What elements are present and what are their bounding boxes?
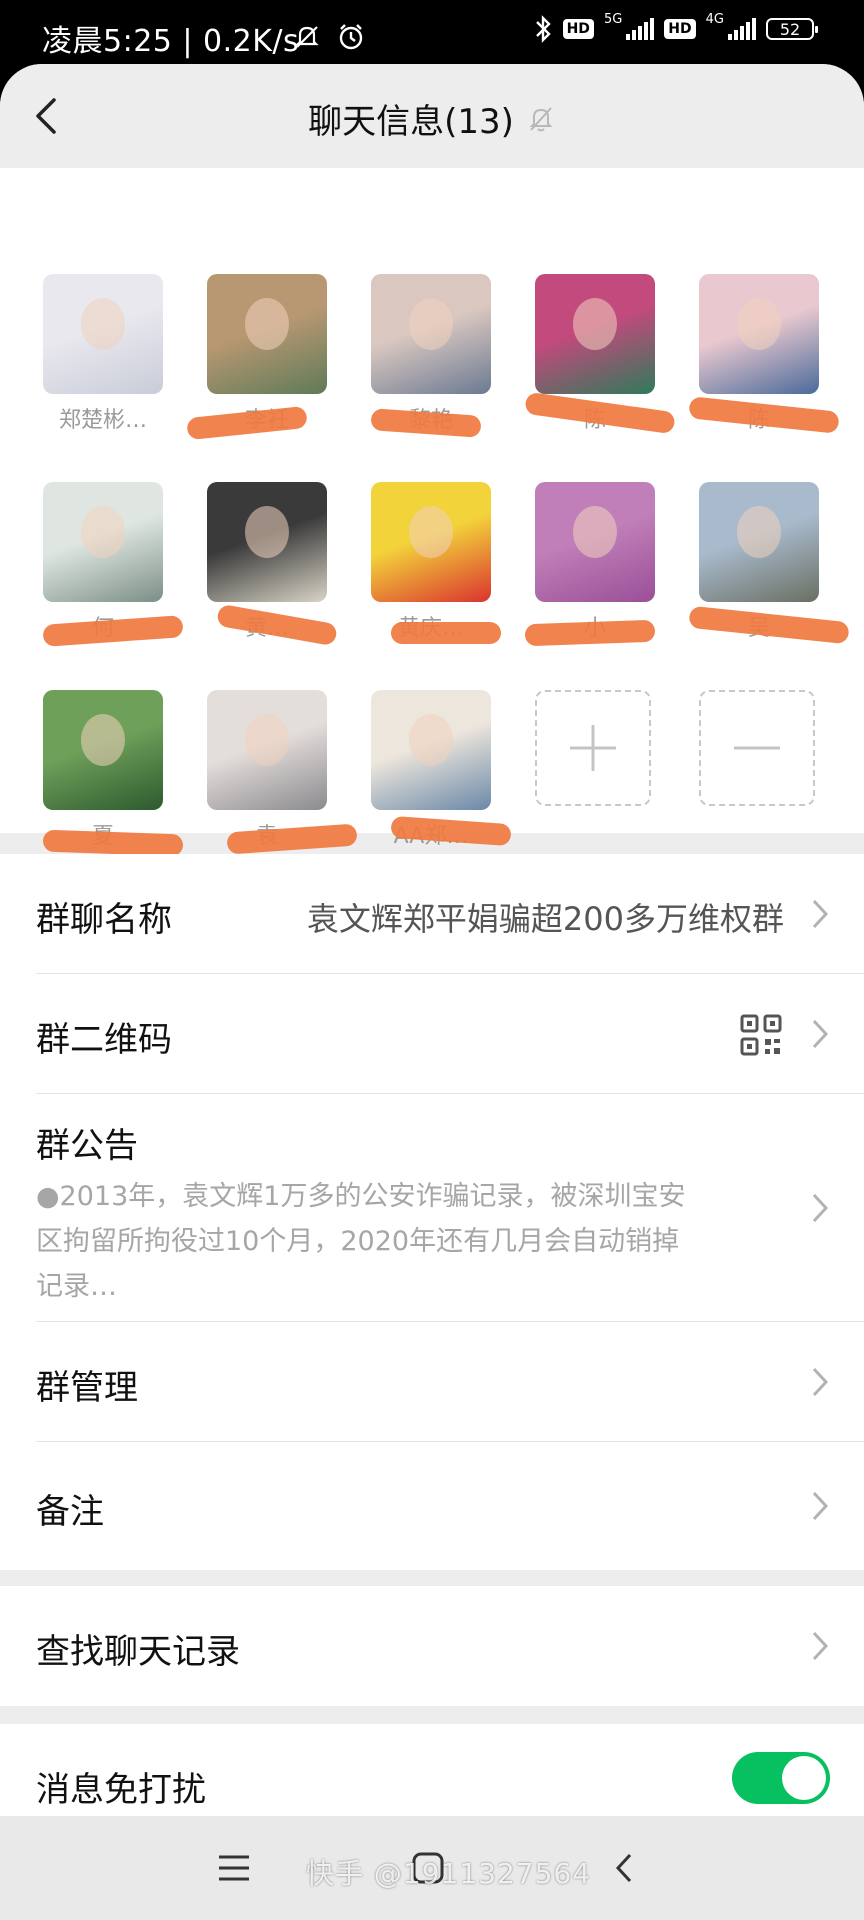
member-item[interactable]: AA郑… [371,690,512,849]
member-item[interactable]: 郑楚彬… [43,274,163,433]
group-name-value: 袁文辉郑平娟骗超200多万维权群 [306,900,784,938]
redaction-mark [524,619,656,647]
status-time: 凌晨5:25 | 0.2K/s [42,24,300,59]
hd-badge: HD [562,19,594,39]
avatar [43,482,163,602]
avatar [371,274,491,394]
network-4g-label: 4G [705,11,724,27]
member-item[interactable]: 李衽 [186,274,327,441]
add-member-button[interactable] [535,690,651,806]
member-item[interactable]: 夏 [42,690,184,857]
remark-label: 备注 [36,1492,104,1532]
settings-group-main: 群聊名称 袁文辉郑平娟骗超200多万维权群 群二维码 群公告 ●2013年，袁文… [0,854,864,1570]
avatar [207,690,327,810]
menu-icon [219,1855,249,1881]
avatar [371,482,491,602]
avatar [699,274,819,394]
member-item[interactable]: 黄庆… [371,482,501,644]
qr-code-label: 群二维码 [36,1020,172,1060]
announcement-line: 记录… [36,1271,117,1302]
signal-4g-icon [728,18,756,40]
avatar [207,274,327,394]
announcement-line: 区拘留所拘役过10个月，2020年还有几月会自动销掉 [36,1226,680,1257]
group-name-label: 群聊名称 [36,900,172,940]
member-item[interactable]: 黄… [207,482,338,647]
chevron-right-icon [812,1631,829,1661]
member-item[interactable]: 何 [42,482,184,647]
toggle-knob [782,1756,826,1800]
member-name: 郑楚彬… [58,408,147,433]
announcement-label: 群公告 [36,1126,138,1166]
nav-header: 聊天信息(13) [0,64,864,168]
member-item[interactable]: 陈 [688,274,840,434]
member-item[interactable]: 袁 [207,690,358,855]
group-manage-label: 群管理 [36,1368,138,1408]
announcement-text: ●2013年，袁文辉1万多的公安诈骗记录，被深圳宝安 区拘留所拘役过10个月，2… [36,1174,776,1309]
member-item[interactable]: 吴 [688,482,850,645]
remark-row[interactable]: 备注 [0,1442,864,1570]
battery-icon: 52 [766,18,818,40]
silent-icon [292,22,322,56]
avatar [371,690,491,810]
signal-5g-icon [626,18,655,40]
avatar [207,482,327,602]
chevron-right-icon [812,899,829,929]
battery-level: 52 [779,19,801,39]
page-title: 聊天信息(13) [308,102,514,142]
system-nav-bar: 快手 @1911327564 [0,1816,864,1920]
system-back-button[interactable] [598,1842,650,1894]
hd-badge-2: HD [664,19,696,39]
search-history-row[interactable]: 查找聊天记录 [0,1586,864,1706]
group-name-row[interactable]: 群聊名称 袁文辉郑平娟骗超200多万维权群 [0,854,864,974]
qr-code-row[interactable]: 群二维码 [0,974,864,1094]
menu-button[interactable] [208,1842,260,1894]
group-manage-row[interactable]: 群管理 [0,1322,864,1442]
chevron-right-icon [812,1019,829,1049]
bluetooth-icon [533,14,553,44]
bell-off-icon [529,106,553,131]
redaction-mark [42,829,184,857]
chat-info-sheet: 聊天信息(13) 郑楚彬…李衽黎艳陈陈何黄…黄庆…小吴夏袁AA郑… 群聊名称 袁… [0,64,864,1816]
avatar [535,482,655,602]
chevron-right-icon [812,1367,829,1397]
qr-code-icon [740,1014,782,1056]
remove-member-button[interactable] [699,690,815,806]
search-history-label: 查找聊天记录 [36,1632,240,1672]
back-icon [615,1853,632,1883]
settings-group-search: 查找聊天记录 [0,1586,864,1706]
member-grid: 郑楚彬…李衽黎艳陈陈何黄…黄庆…小吴夏袁AA郑… [0,168,864,857]
announcement-line: ●2013年，袁文辉1万多的公安诈骗记录，被深圳宝安 [36,1181,686,1212]
avatar [43,690,163,810]
network-5g-label: 5G [603,11,623,27]
mute-row: 消息免打扰 [0,1724,864,1816]
member-item[interactable]: 小 [524,482,656,647]
minus-icon [734,746,780,750]
home-button[interactable] [402,1842,454,1894]
announcement-row[interactable]: 群公告 ●2013年，袁文辉1万多的公安诈骗记录，被深圳宝安 区拘留所拘役过10… [0,1094,864,1322]
member-item[interactable]: 黎艳 [370,274,491,438]
chevron-right-icon [812,1491,829,1521]
alarm-icon [336,22,366,56]
mute-toggle[interactable] [732,1752,830,1804]
settings-group-mute: 消息免打扰 [0,1724,864,1816]
redaction-mark [391,622,501,644]
plus-icon [570,725,616,771]
avatar [43,274,163,394]
chevron-right-icon [812,1193,829,1223]
avatar [699,482,819,602]
avatar [535,274,655,394]
member-item[interactable]: 陈 [524,274,676,435]
home-icon [412,1852,444,1884]
mute-label: 消息免打扰 [36,1770,206,1810]
